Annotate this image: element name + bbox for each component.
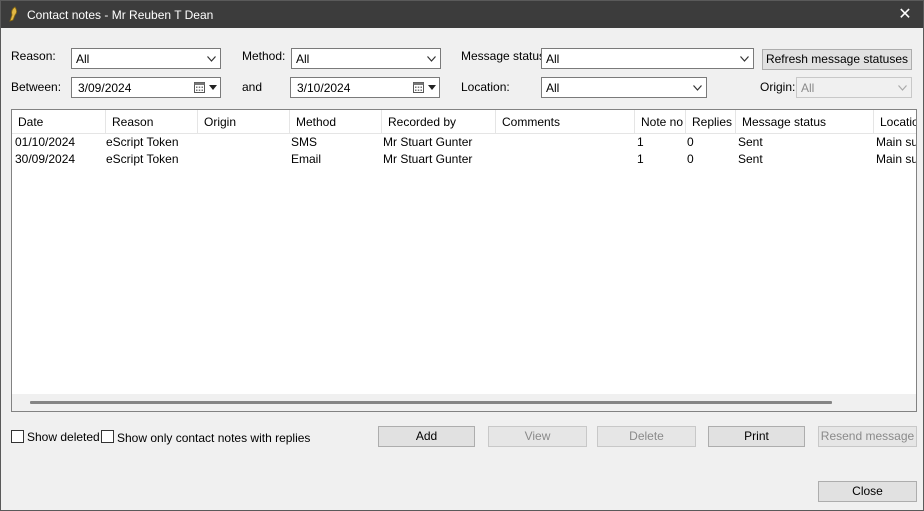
location-label: Location: — [461, 80, 510, 94]
chevron-down-icon — [207, 56, 216, 62]
cell-comments — [496, 134, 635, 151]
table-header: Date Reason Origin Method Recorded by Co… — [12, 110, 916, 134]
contact-notes-window: Contact notes - Mr Reuben T Dean ✕ Reaso… — [0, 0, 924, 511]
close-icon[interactable]: ✕ — [895, 4, 915, 24]
column-header-date[interactable]: Date — [12, 110, 106, 134]
cell-date: 30/09/2024 — [15, 152, 76, 166]
close-button[interactable]: Close — [818, 481, 917, 502]
column-header-reason[interactable]: Reason — [106, 110, 198, 134]
table-row[interactable]: 30/09/2024 eScript Token Email Mr Stuart… — [12, 151, 916, 168]
chevron-down-icon — [898, 85, 907, 91]
cell-location: Main surgery — [876, 152, 916, 166]
cell-recorded-by: Mr Stuart Gunter — [383, 135, 473, 149]
table-row[interactable]: 01/10/2024 eScript Token SMS Mr Stuart G… — [12, 134, 916, 151]
column-header-replies[interactable]: Replies — [686, 110, 736, 134]
location-dropdown[interactable]: All — [541, 77, 707, 98]
app-icon — [7, 6, 21, 22]
chevron-down-icon — [427, 56, 436, 62]
scrollbar-thumb[interactable] — [30, 401, 832, 404]
origin-label: Origin: — [760, 80, 796, 94]
column-header-location[interactable]: Location — [874, 110, 916, 134]
title-bar: Contact notes - Mr Reuben T Dean ✕ — [1, 1, 923, 28]
show-replies-checkbox[interactable] — [101, 430, 114, 443]
window-title: Contact notes - Mr Reuben T Dean — [27, 8, 214, 22]
cell-comments — [496, 151, 635, 168]
origin-value: All — [801, 81, 815, 95]
dropdown-arrow-icon[interactable] — [209, 85, 217, 90]
cell-replies: 0 — [687, 135, 694, 149]
cell-message-status: Sent — [738, 135, 763, 149]
calendar-icon[interactable] — [194, 81, 205, 93]
location-value: All — [546, 81, 560, 95]
calendar-icon[interactable] — [413, 81, 424, 93]
cell-origin — [195, 134, 290, 151]
message-status-label: Message status: — [461, 49, 549, 63]
method-value: All — [296, 52, 310, 66]
between-date-picker[interactable]: 3/09/2024 — [71, 77, 221, 98]
and-date-value: 3/10/2024 — [297, 81, 351, 95]
between-date-value: 3/09/2024 — [78, 81, 132, 95]
cell-origin — [195, 151, 290, 168]
resend-message-button[interactable]: Resend message — [818, 426, 917, 447]
reason-label: Reason: — [11, 49, 56, 63]
column-header-origin[interactable]: Origin — [198, 110, 290, 134]
delete-button[interactable]: Delete — [597, 426, 696, 447]
add-button[interactable]: Add — [378, 426, 475, 447]
show-replies-label[interactable]: Show only contact notes with replies — [117, 431, 310, 445]
column-header-recorded-by[interactable]: Recorded by — [382, 110, 496, 134]
cell-reason: eScript Token — [106, 135, 179, 149]
column-header-comments[interactable]: Comments — [496, 110, 635, 134]
chevron-down-icon — [740, 56, 749, 62]
and-date-picker[interactable]: 3/10/2024 — [290, 77, 440, 98]
cell-note-no: 1 — [637, 152, 644, 166]
and-label: and — [242, 80, 263, 94]
horizontal-scrollbar[interactable] — [12, 394, 916, 411]
print-button[interactable]: Print — [708, 426, 805, 447]
dropdown-arrow-icon[interactable] — [428, 85, 436, 90]
chevron-down-icon — [693, 85, 702, 91]
method-label: Method: — [242, 49, 286, 63]
cell-reason: eScript Token — [106, 152, 179, 166]
cell-replies: 0 — [687, 152, 694, 166]
cell-message-status: Sent — [738, 152, 763, 166]
origin-dropdown[interactable]: All — [796, 77, 912, 98]
reason-value: All — [76, 52, 90, 66]
column-header-method[interactable]: Method — [290, 110, 382, 134]
cell-date: 01/10/2024 — [15, 135, 76, 149]
cell-method: Email — [291, 152, 322, 166]
show-deleted-label[interactable]: Show deleted — [27, 430, 100, 444]
between-label: Between: — [11, 80, 62, 94]
contact-notes-table[interactable]: Date Reason Origin Method Recorded by Co… — [11, 109, 917, 412]
column-header-message-status[interactable]: Message status — [736, 110, 874, 134]
cell-recorded-by: Mr Stuart Gunter — [383, 152, 473, 166]
cell-note-no: 1 — [637, 135, 644, 149]
cell-location: Main surgery — [876, 135, 916, 149]
message-status-value: All — [546, 52, 560, 66]
refresh-message-statuses-button[interactable]: Refresh message statuses — [762, 49, 912, 70]
view-button[interactable]: View — [488, 426, 587, 447]
cell-method: SMS — [291, 135, 318, 149]
column-header-note-no[interactable]: Note no — [635, 110, 686, 134]
reason-dropdown[interactable]: All — [71, 48, 221, 69]
message-status-dropdown[interactable]: All — [541, 48, 754, 69]
show-deleted-checkbox[interactable] — [11, 430, 24, 443]
method-dropdown[interactable]: All — [291, 48, 441, 69]
